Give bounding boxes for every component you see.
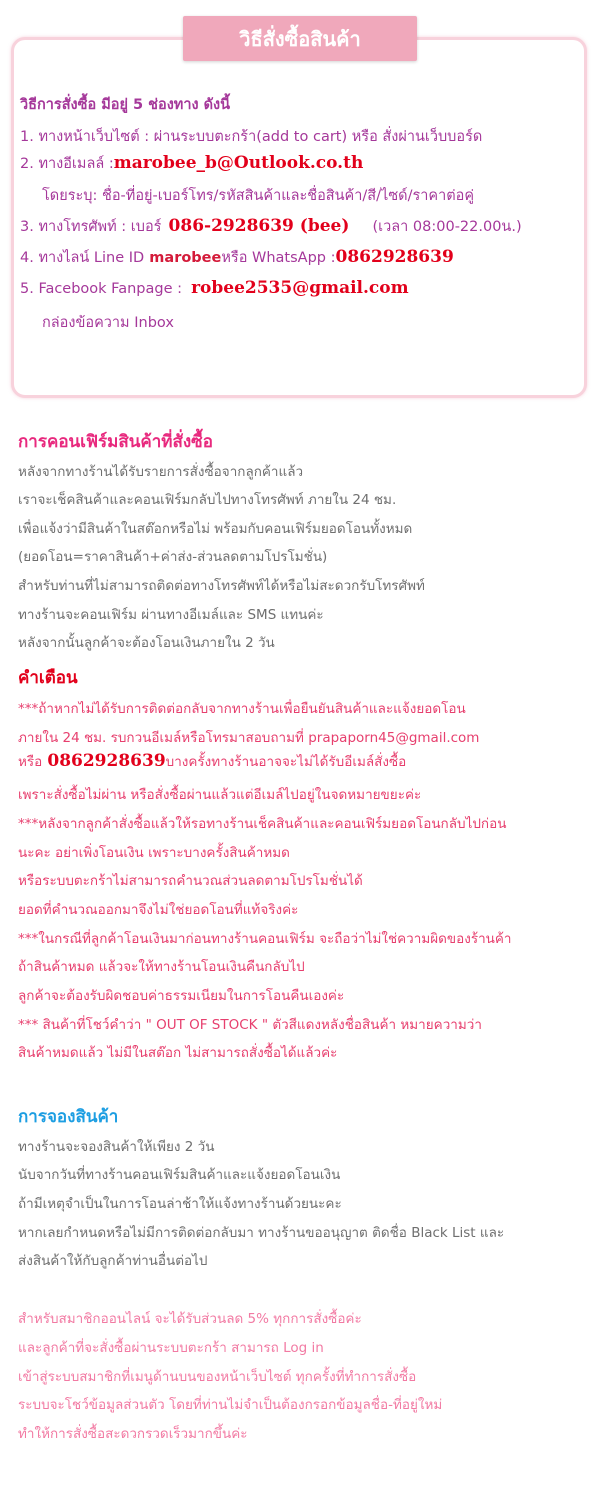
member-line: และลูกค้าที่จะสั่งซื้อผ่านระบบตะกร้า สาม… xyxy=(18,1340,324,1356)
warning-line: ถ้าสินค้าหมด แล้วจะให้ทางร้านโอนเงินคืนก… xyxy=(18,959,305,975)
warning-or-note: บางครั้งทางร้านอาจจะไม่ได้รับอีเมล์สั่งซ… xyxy=(165,754,407,770)
email-order-note: โดยระบุ: ชื่อ-ที่อยู่-เบอร์โทร/รหัสสินค้… xyxy=(42,188,475,204)
reserve-line: ถ้ามีเหตุจำเป็นในการโอนล่าช้าให้แจ้งทางร… xyxy=(18,1196,342,1212)
reserve-line: หากเลยกำหนดหรือไม่มีการติดต่อกลับมา ทางร… xyxy=(18,1225,505,1241)
whatsapp-number: 0862928639 xyxy=(335,247,454,267)
confirm-heading: การคอนเฟิร์มสินค้าที่สั่งซื้อ xyxy=(18,432,213,452)
confirm-line: เราจะเช็คสินค้าและคอนเฟิร์มกลับไปทางโทรศ… xyxy=(18,492,397,508)
facebook-inbox-note: กล่องข้อความ Inbox xyxy=(42,315,174,331)
warning-phone: 0862928639 xyxy=(47,751,166,771)
reserve-line: ส่งสินค้าให้กับลูกค้าท่านอื่นต่อไป xyxy=(18,1253,208,1269)
order-phone-number: 086-2928639 (bee) xyxy=(168,216,350,236)
warning-line: ลูกค้าจะต้องรับผิดชอบค่าธรรมเนียมในการโอ… xyxy=(18,988,345,1004)
warning-line: ***ในกรณีที่ลูกค้าโอนเงินมาก่อนทางร้านคอ… xyxy=(18,931,512,947)
order-method-email: 2. ทางอีเมลล์ :marobee_b@Outlook.co.th xyxy=(20,152,363,175)
confirm-line: (ยอดโอน=ราคาสินค้า+ค่าส่ง-ส่วนลดตามโปรโม… xyxy=(18,549,328,565)
order-email-address: marobee_b@Outlook.co.th xyxy=(113,153,364,173)
member-line: เข้าสู่ระบบสมาชิกที่เมนูด้านบนของหน้าเว็… xyxy=(18,1369,417,1385)
facebook-email: robee2535@gmail.com xyxy=(191,278,409,298)
warning-line: ***หลังจากลูกค้าสั่งซื้อแล้วให้รอทางร้าน… xyxy=(18,816,507,832)
reserve-line: ทางร้านจะจองสินค้าให้เพียง 2 วัน xyxy=(18,1139,215,1155)
order-methods-intro: วิธีการสั่งซื้อ มีอยู่ 5 ช่องทาง ดังนี้ xyxy=(20,97,231,113)
order-method-facebook: 5. Facebook Fanpage : robee2535@gmail.co… xyxy=(20,278,409,298)
confirm-line: หลังจากนั้นลูกค้าจะต้องโอนเงินภายใน 2 วั… xyxy=(18,635,275,651)
warning-line: *** สินค้าที่โชว์คำว่า " OUT OF STOCK " … xyxy=(18,1017,482,1033)
order-method-phone: 3. ทางโทรศัพท์ : เบอร์ 086-2928639 (bee)… xyxy=(20,215,522,238)
line-id: marobee xyxy=(149,250,222,266)
warning-line: หรือ 0862928639บางครั้งทางร้านอาจจะไม่ได… xyxy=(18,750,406,772)
order-method-website: 1. ทางหน้าเว็บไซต์ : ผ่านระบบตะกร้า(add … xyxy=(20,129,483,145)
warning-line: ***ถ้าหากไม่ได้รับการติดต่อกลับจากทางร้า… xyxy=(18,701,466,717)
order-methods-title: วิธีสั่งซื้อสินค้า xyxy=(183,16,417,61)
warning-line: ยอดที่คำนวณออกมาจึงไม่ใช่ยอดโอนที่แท้จริ… xyxy=(18,902,299,918)
order-method-line: 4. ทางไลน์ Line ID marobeeหรือ WhatsApp … xyxy=(20,246,454,269)
warning-heading: คำเตือน xyxy=(18,668,78,688)
member-line: สำหรับสมาชิกออนไลน์ จะได้รับส่วนลด 5% ทุ… xyxy=(18,1311,362,1327)
reserve-heading: การจองสินค้า xyxy=(18,1107,119,1127)
confirm-line: ทางร้านจะคอนเฟิร์ม ผ่านทางอีเมล์และ SMS … xyxy=(18,607,324,623)
warning-line: ภายใน 24 ชม. รบกวนอีเมล์หรือโทรมาสอบถามท… xyxy=(18,730,480,746)
confirm-line: หลังจากทางร้านได้รับรายการสั่งซื้อจากลูก… xyxy=(18,464,304,480)
facebook-method-label: 5. Facebook Fanpage : xyxy=(20,281,182,297)
warning-line: เพราะสั่งซื้อไม่ผ่าน หรือสั่งซื้อผ่านแล้… xyxy=(18,787,422,803)
line-method-label: 4. ทางไลน์ Line ID xyxy=(20,250,145,266)
warning-line: หรือระบบตะกร้าไม่สามารถคำนวณส่วนลดตามโปร… xyxy=(18,873,363,889)
member-line: ทำให้การสั่งซื้อสะดวกรวดเร็วมากขึ้นค่ะ xyxy=(18,1426,248,1442)
member-line: ระบบจะโชว์ข้อมูลส่วนตัว โดยที่ท่านไม่จำเ… xyxy=(18,1397,443,1413)
confirm-line: เพื่อแจ้งว่ามีสินค้าในสต๊อกหรือไม่ พร้อม… xyxy=(18,521,413,537)
phone-method-label: 3. ทางโทรศัพท์ : เบอร์ xyxy=(20,219,162,235)
email-method-label: 2. ทางอีเมลล์ : xyxy=(20,156,114,172)
warning-line: สินค้าหมดแล้ว ไม่มีในสต๊อก ไม่สามารถสั่ง… xyxy=(18,1045,338,1061)
whatsapp-label: หรือ WhatsApp : xyxy=(221,250,336,266)
warning-or: หรือ xyxy=(18,754,43,770)
confirm-line: สำหรับท่านที่ไม่สามารถติดต่อทางโทรศัพท์ไ… xyxy=(18,578,425,594)
warning-line: นะคะ อย่าเพิ่งโอนเงิน เพราะบางครั้งสินค้… xyxy=(18,845,290,861)
phone-hours: (เวลา 08:00-22.00น.) xyxy=(372,219,522,235)
reserve-line: นับจากวันที่ทางร้านคอนเฟิร์มสินค้าและแจ้… xyxy=(18,1167,341,1183)
